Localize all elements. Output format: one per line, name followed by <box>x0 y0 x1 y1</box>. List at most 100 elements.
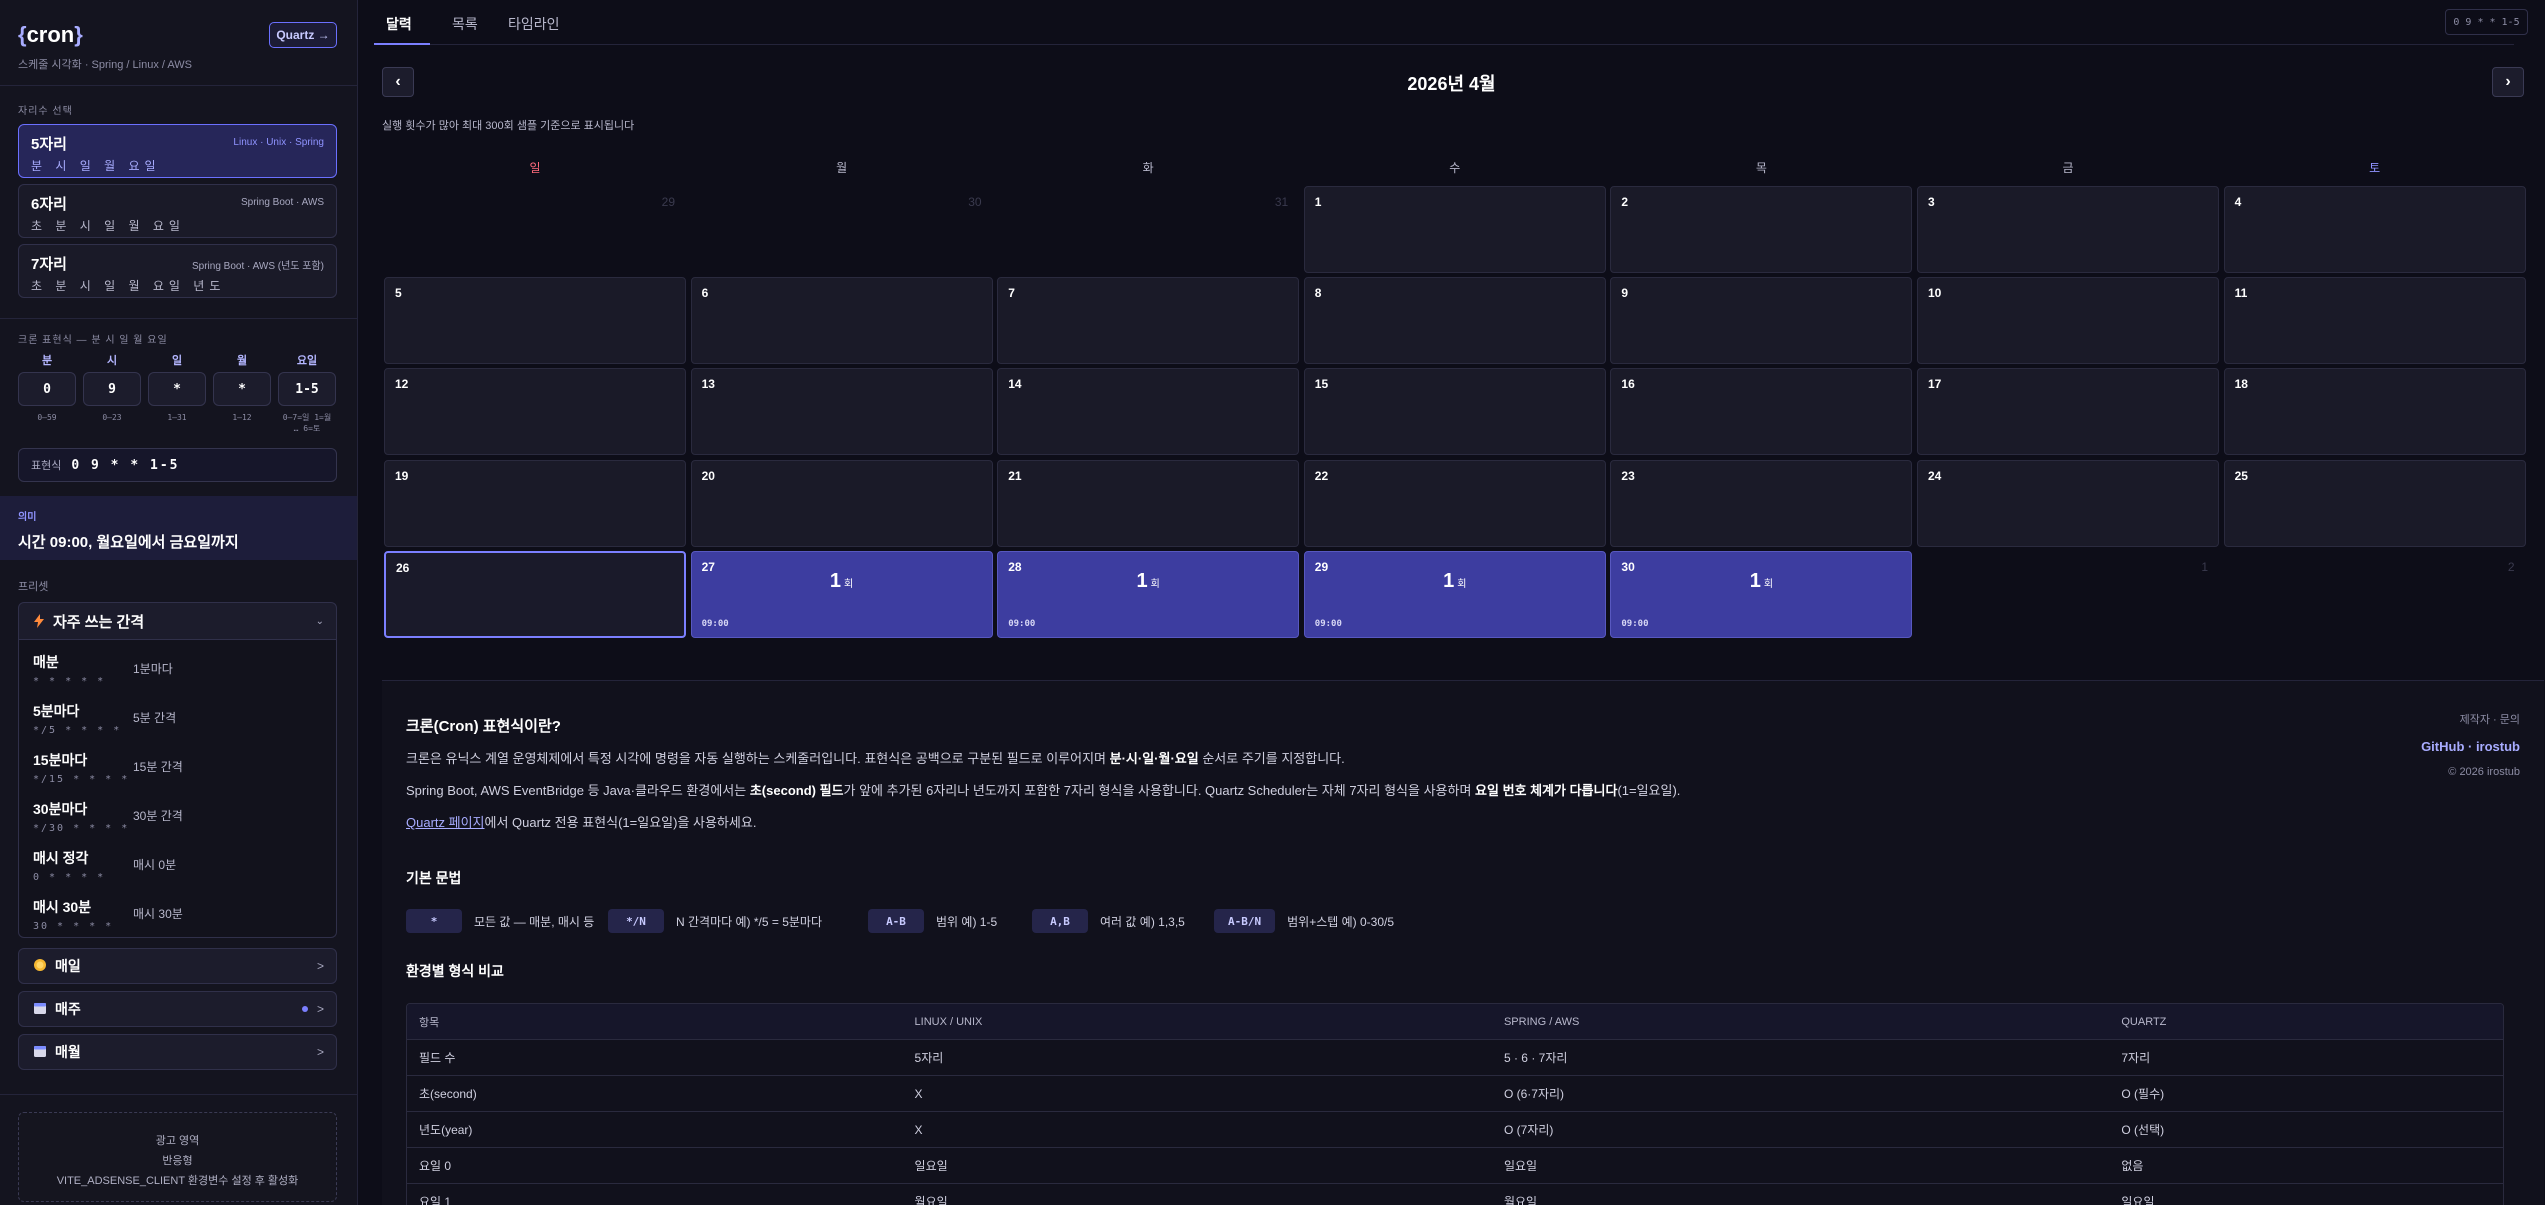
calendar-day[interactable]: 13 <box>690 368 993 456</box>
calendar-day[interactable]: 11 <box>2223 277 2526 365</box>
tab-timeline[interactable]: 타임라인 <box>508 14 560 34</box>
preset-cron: 0 * * * * <box>33 872 106 883</box>
table-cell: 필드 수 <box>419 1051 456 1065</box>
calendar-day[interactable]: 10 <box>1917 277 2219 365</box>
digit-mode-5[interactable]: 5자리 Linux · Unix · Spring 분 시 일 월 요일 <box>18 124 337 178</box>
day-number: 23 <box>1621 468 1635 483</box>
syntax-item: A-B/N 범위+스텝 예) 0-30/5 <box>1214 909 1394 933</box>
field-input[interactable]: 9 <box>83 372 141 406</box>
calendar-day[interactable]: 20 <box>690 459 993 547</box>
preset-item[interactable]: 15분마다 */15 * * * * 15분 간격 <box>33 750 323 794</box>
sidebar: {cron} 스케줄 시각화 · Spring / Linux / AWS Qu… <box>0 0 358 1205</box>
digit-mode-7[interactable]: 7자리 Spring Boot · AWS (년도 포함) 초 분 시 일 월 요일… <box>18 244 337 298</box>
calendar-day[interactable]: 30 1 회 09:00 <box>1610 550 1913 638</box>
preset-item[interactable]: 30분마다 */30 * * * * 30분 간격 <box>33 799 323 843</box>
calendar-day[interactable]: 23 <box>1610 459 1913 547</box>
weekday-header: 목 <box>1755 161 1767 175</box>
calendar-day[interactable]: 4 <box>2223 186 2526 273</box>
preset-group-frequent[interactable]: 자주 쓰는 간격 ⌄ <box>18 602 337 640</box>
run-count: 1회 <box>1611 570 1911 593</box>
field-input[interactable]: * <box>148 372 206 406</box>
field-input[interactable]: * <box>213 372 271 406</box>
table-cell: 요일 0 <box>419 1159 452 1173</box>
calendar-day[interactable]: 24 <box>1917 459 2219 547</box>
field-range: 0–23 <box>83 412 141 423</box>
calendar-day[interactable]: 21 <box>997 459 1300 547</box>
day-number: 21 <box>1008 468 1022 483</box>
preset-item[interactable]: 매분 * * * * * 1분마다 <box>33 652 323 696</box>
syntax-title: 기본 문법 <box>406 870 462 886</box>
preset-group-2[interactable]: 매월 > <box>18 1034 337 1070</box>
calendar-day[interactable]: 9 <box>1610 277 1913 365</box>
app-subtitle: 스케줄 시각화 · Spring / Linux / AWS <box>18 59 193 71</box>
day-number: 30 <box>968 195 982 209</box>
day-number: 15 <box>1314 377 1329 392</box>
preset-group-1[interactable]: 매주 > <box>18 991 337 1027</box>
tab-list[interactable]: 목록 <box>452 14 478 34</box>
ad-subtitle: 반응형 <box>162 1155 193 1167</box>
divider <box>0 85 357 86</box>
preset-desc: 1분마다 <box>133 662 173 676</box>
preset-group-title: 자주 쓰는 간격 <box>53 613 145 631</box>
field-input[interactable]: 1-5 <box>278 372 336 406</box>
syntax-desc: 여러 값 예) 1,3,5 <box>1100 914 1185 929</box>
preset-item[interactable]: 매시 정각 0 * * * * 매시 0분 <box>33 848 323 892</box>
preset-cron: * * * * * <box>33 676 106 687</box>
calendar-day[interactable]: 26 <box>384 550 686 638</box>
quartz-page-button[interactable]: Quartz → <box>269 22 337 48</box>
day-number: 1 <box>1314 195 1322 209</box>
syntax-item: A,B 여러 값 예) 1,3,5 <box>1032 909 1185 933</box>
run-count-unit: 회 <box>1150 578 1160 590</box>
preset-item[interactable]: 5분마다 */5 * * * * 5분 간격 <box>33 701 323 745</box>
calendar-day[interactable]: 8 <box>1303 277 1606 365</box>
table-cell: 월요일 <box>1503 1195 1538 1205</box>
ad-title: 광고 영역 <box>155 1135 200 1147</box>
field-input[interactable]: 0 <box>18 372 76 406</box>
calendar-day[interactable]: 5 <box>384 277 686 365</box>
preset-group-0[interactable]: 매일 > <box>18 948 337 984</box>
run-count-value: 1 <box>829 569 842 592</box>
calendar-day[interactable]: 7 <box>997 277 1300 365</box>
run-time: 09:00 <box>1314 618 1342 629</box>
weekday-header: 토 <box>2369 161 2381 175</box>
calendar-day[interactable]: 1 <box>1303 186 1606 273</box>
calendar-month-icon <box>33 1044 47 1061</box>
preset-desc: 매시 30분 <box>133 907 183 921</box>
calendar-day[interactable]: 28 1 회 09:00 <box>997 550 1300 638</box>
calendar-day[interactable]: 27 1 회 09:00 <box>690 550 993 638</box>
calendar-day[interactable]: 3 <box>1917 186 2219 273</box>
expression-value: 0 9 * * 1-5 <box>71 457 180 473</box>
run-count: 1회 <box>1305 570 1605 593</box>
calendar-day[interactable]: 18 <box>2223 368 2526 456</box>
preset-item[interactable]: 매시 30분 30 * * * * 매시 30분 <box>33 897 323 941</box>
calendar-day[interactable]: 2 <box>1610 186 1913 273</box>
calendar-day-outside: 31 <box>997 186 1299 273</box>
calendar-day[interactable]: 29 1 회 09:00 <box>1303 550 1606 638</box>
table-cell: 초(second) <box>419 1087 477 1101</box>
day-number: 7 <box>1008 286 1015 301</box>
calendar-day[interactable]: 14 <box>997 368 1300 456</box>
expression-display[interactable]: 표현식 0 9 * * 1-5 <box>18 448 337 482</box>
syntax-item: * 모든 값 — 매분, 매시 등 <box>406 909 594 933</box>
run-count-value: 1 <box>1136 569 1148 592</box>
github-link[interactable]: GitHub · irostub <box>2421 739 2520 754</box>
calendar-day[interactable]: 19 <box>384 459 686 547</box>
next-month-button[interactable]: › <box>2492 67 2524 97</box>
calendar-day[interactable]: 15 <box>1303 368 1606 456</box>
day-number: 6 <box>701 286 709 301</box>
digits-section-label: 자리수 선택 <box>18 106 73 117</box>
calendar-day[interactable]: 16 <box>1610 368 1913 456</box>
meaning-panel: 의미 시간 09:00, 월요일에서 금요일까지 <box>0 496 357 560</box>
calendar-day[interactable]: 25 <box>2223 459 2526 547</box>
calendar-day[interactable]: 12 <box>384 368 686 456</box>
tab-calendar[interactable]: 달력 <box>386 14 412 34</box>
mode-fields: 분 시 일 월 요일 <box>31 159 161 173</box>
calendar-day[interactable]: 6 <box>690 277 993 365</box>
table-header-cell: QUARTZ <box>2121 1015 2167 1028</box>
quartz-page-link[interactable]: Quartz 페이지 <box>406 815 485 830</box>
calendar-day[interactable]: 22 <box>1303 459 1606 547</box>
syntax-desc: 범위+스텝 예) 0-30/5 <box>1287 914 1395 929</box>
calendar-day[interactable]: 17 <box>1917 368 2219 456</box>
table-cell: 5자리 <box>914 1051 944 1065</box>
digit-mode-6[interactable]: 6자리 Spring Boot · AWS 초 분 시 일 월 요일 <box>18 184 337 238</box>
